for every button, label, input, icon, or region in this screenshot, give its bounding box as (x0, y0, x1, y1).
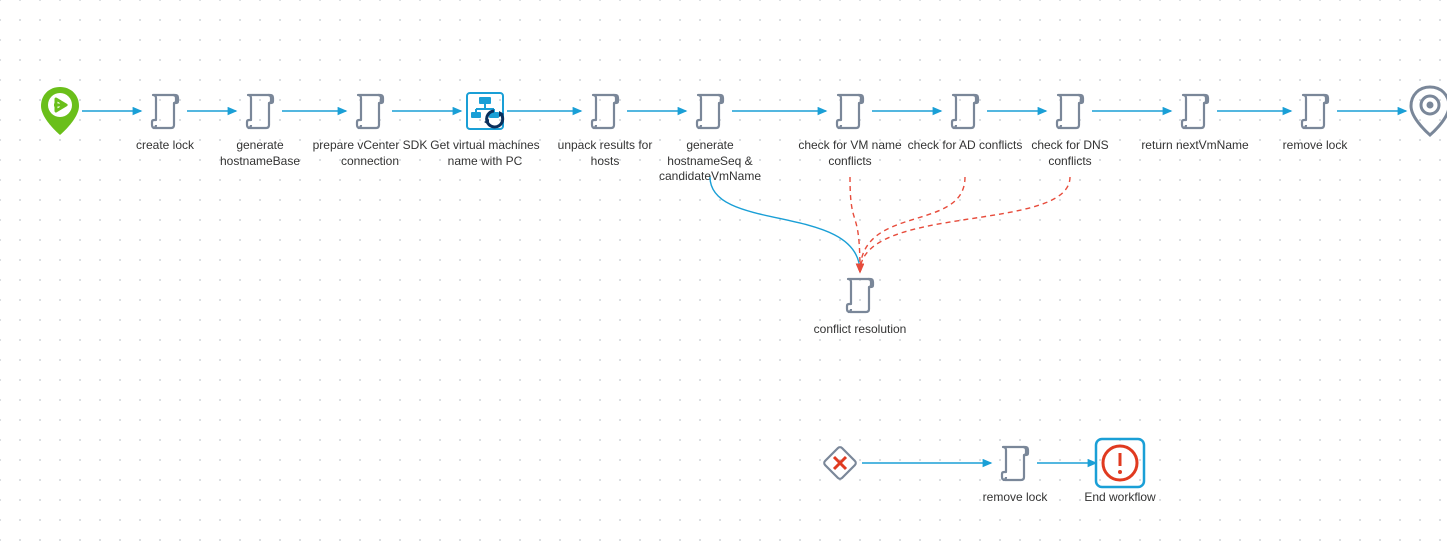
node-conf[interactable]: conflict resolution (830, 270, 890, 338)
node-n2[interactable]: generate hostnameBase (230, 86, 290, 169)
node-n10[interactable]: return nextVmName (1165, 86, 1225, 154)
node-n1[interactable]: create lock (135, 86, 195, 154)
node-el1[interactable]: remove lock (985, 438, 1045, 506)
node-n3[interactable]: prepare vCenter SDK connection (340, 86, 400, 169)
node-label: check for DNS conflicts (1010, 138, 1130, 169)
end-icon-wrapper (1400, 86, 1447, 136)
script-icon (842, 273, 878, 317)
node-label: End workflow (1060, 490, 1180, 506)
end-error-icon-wrapper (1090, 438, 1150, 488)
node-n5[interactable]: unpack results for hosts (575, 86, 635, 169)
node-label: generate hostnameBase (200, 138, 320, 169)
arrow-n9-conf (860, 177, 1070, 272)
node-n4[interactable]: Get virtual machines name with PC (455, 86, 515, 169)
script-icon-wrapper (340, 86, 400, 136)
arrow-n8-conf (860, 177, 965, 272)
node-label: check for AD conflicts (905, 138, 1025, 154)
arrow-n7-conf (850, 177, 860, 272)
subflow-icon (461, 87, 509, 135)
node-err[interactable] (810, 438, 870, 488)
node-n8[interactable]: check for AD conflicts (935, 86, 995, 154)
node-label: remove lock (1255, 138, 1375, 154)
script-icon (1297, 89, 1333, 133)
node-label: generate hostnameSeq & candidateVmName (650, 138, 770, 185)
arrow-layer (0, 0, 1447, 559)
subflow-icon-wrapper (455, 86, 515, 136)
node-label: return nextVmName (1135, 138, 1255, 154)
arrow-n6-conf (710, 177, 860, 272)
script-icon (997, 441, 1033, 485)
start-icon (38, 85, 82, 137)
script-icon (242, 89, 278, 133)
node-start[interactable] (30, 86, 90, 136)
script-icon-wrapper (1165, 86, 1225, 136)
node-n6[interactable]: generate hostnameSeq & candidateVmName (680, 86, 740, 185)
script-icon (352, 89, 388, 133)
script-icon (1177, 89, 1213, 133)
node-end[interactable] (1400, 86, 1447, 136)
node-label: Get virtual machines name with PC (425, 138, 545, 169)
script-icon (947, 89, 983, 133)
node-label: unpack results for hosts (545, 138, 665, 169)
script-icon-wrapper (135, 86, 195, 136)
node-label: conflict resolution (800, 322, 920, 338)
script-icon (832, 89, 868, 133)
script-icon-wrapper (230, 86, 290, 136)
script-icon-wrapper (830, 270, 890, 320)
script-icon-wrapper (575, 86, 635, 136)
script-icon (1052, 89, 1088, 133)
script-icon (147, 89, 183, 133)
node-label: check for VM name conflicts (790, 138, 910, 169)
script-icon-wrapper (820, 86, 880, 136)
script-icon-wrapper (680, 86, 740, 136)
node-n11[interactable]: remove lock (1285, 86, 1345, 154)
script-icon-wrapper (985, 438, 1045, 488)
script-icon (692, 89, 728, 133)
node-n7[interactable]: check for VM name conflicts (820, 86, 880, 169)
error-diamond-icon (818, 441, 862, 485)
workflow-canvas[interactable]: create lockgenerate hostnameBaseprepare … (0, 0, 1447, 559)
error-icon-wrapper (810, 438, 870, 488)
script-icon-wrapper (1285, 86, 1345, 136)
node-label: prepare vCenter SDK connection (310, 138, 430, 169)
node-el2[interactable]: End workflow (1090, 438, 1150, 506)
script-icon-wrapper (935, 86, 995, 136)
start-icon-wrapper (30, 86, 90, 136)
script-icon (587, 89, 623, 133)
node-label: remove lock (955, 490, 1075, 506)
end-error-icon (1092, 435, 1148, 491)
node-n9[interactable]: check for DNS conflicts (1040, 86, 1100, 169)
end-icon (1408, 85, 1447, 137)
script-icon-wrapper (1040, 86, 1100, 136)
